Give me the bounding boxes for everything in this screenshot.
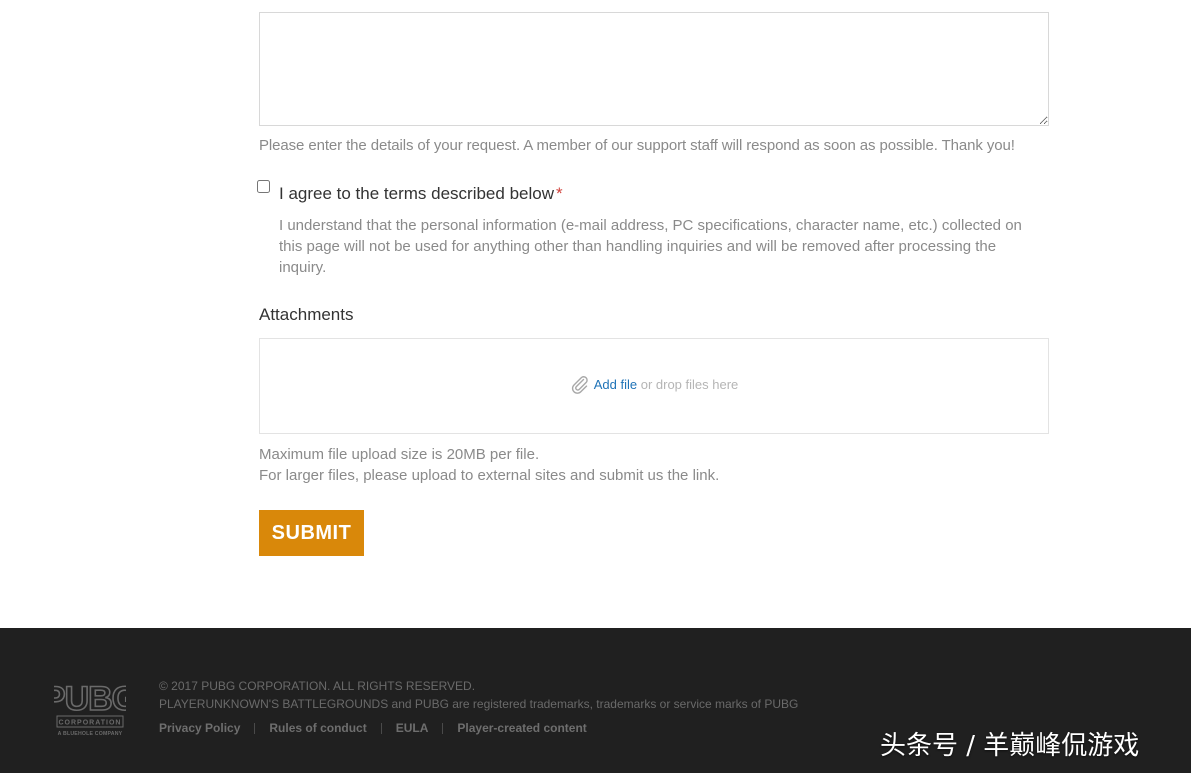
site-footer: PUBG CORPORATION A BLUEHOLE COMPANY © 20…	[0, 628, 1191, 773]
trademark-text: PLAYERUNKNOWN'S BATTLEGROUNDS and PUBG a…	[159, 697, 799, 711]
watermark-text: 头条号 / 羊巅峰侃游戏	[880, 731, 1140, 761]
dropzone-content: Add file or drop files here	[260, 375, 1048, 396]
footer-link-privacy-policy[interactable]: Privacy Policy	[159, 721, 240, 735]
upload-size-note: Maximum file upload size is 20MB per fil…	[259, 444, 719, 486]
add-file-link[interactable]: Add file	[594, 377, 637, 392]
terms-description: I understand that the personal informati…	[279, 217, 1022, 276]
pubg-corporation-logo: PUBG CORPORATION A BLUEHOLE COMPANY	[54, 679, 126, 737]
submit-button[interactable]: SUBMIT	[259, 510, 364, 556]
upload-size-line-2: For larger files, please upload to exter…	[259, 467, 720, 484]
footer-legal: © 2017 PUBG CORPORATION. ALL RIGHTS RESE…	[159, 677, 798, 713]
support-request-page: Please enter the details of your request…	[0, 0, 1191, 773]
agree-terms-text: I agree to the terms described below	[279, 184, 554, 203]
footer-link-eula[interactable]: EULA	[396, 721, 429, 735]
footer-links: Privacy Policy Rules of conduct EULA Player…	[159, 719, 587, 737]
paperclip-icon	[570, 374, 590, 394]
logo-wordmark: PUBG	[54, 680, 126, 718]
logo-tagline: A BLUEHOLE COMPANY	[58, 731, 123, 737]
description-textarea[interactable]	[259, 12, 1049, 126]
drop-files-hint: or drop files here	[640, 377, 739, 392]
footer-separator	[380, 723, 382, 735]
description-help-text: Please enter the details of your request…	[259, 137, 1015, 154]
agree-terms-label[interactable]: I agree to the terms described below *	[279, 182, 563, 206]
footer-link-rules-of-conduct[interactable]: Rules of conduct	[269, 721, 366, 735]
upload-size-line-1: Maximum file upload size is 20MB per fil…	[259, 446, 540, 463]
footer-separator	[442, 723, 444, 735]
footer-separator	[254, 723, 256, 735]
logo-corporation: CORPORATION	[59, 720, 122, 727]
file-dropzone[interactable]: Add file or drop files here	[259, 338, 1049, 434]
agree-terms-checkbox[interactable]	[257, 180, 270, 193]
attachments-heading: Attachments	[259, 305, 354, 324]
copyright-text: © 2017 PUBG CORPORATION. ALL RIGHTS RESE…	[159, 679, 476, 693]
required-mark: *	[555, 184, 563, 203]
footer-link-player-created-content[interactable]: Player-created content	[457, 721, 586, 735]
